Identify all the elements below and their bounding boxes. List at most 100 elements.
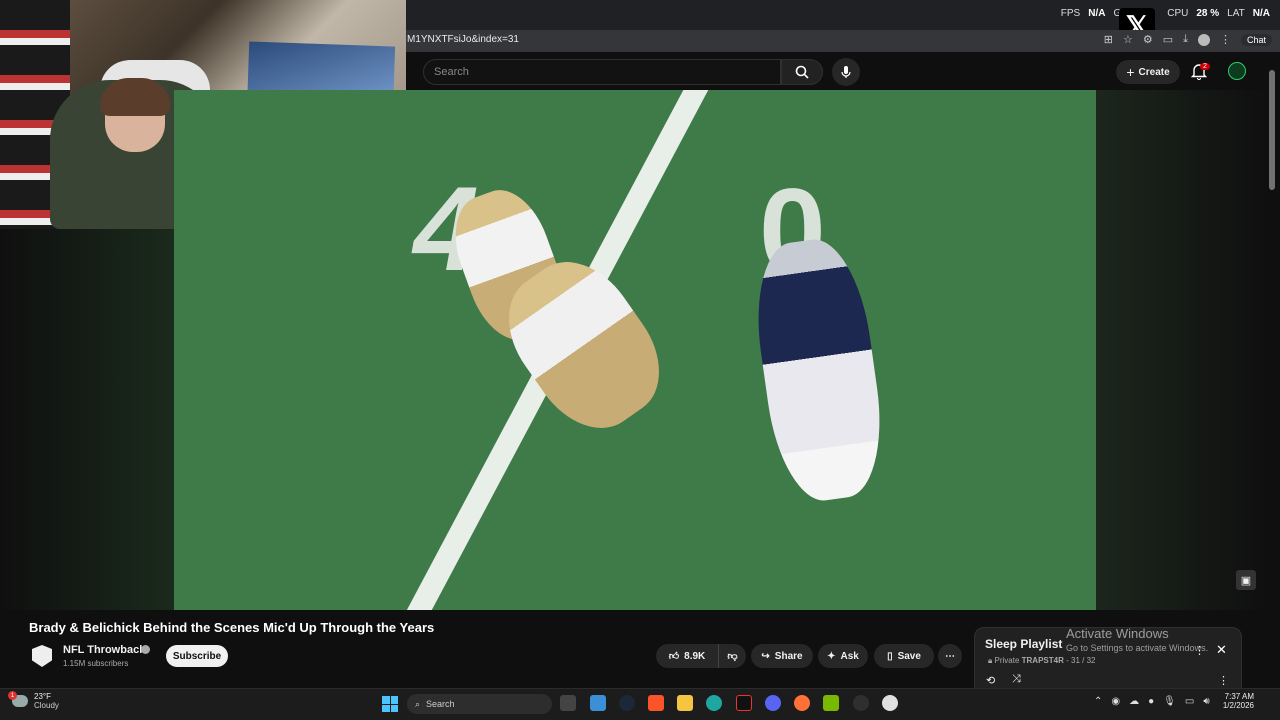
miniplayer-icon[interactable]: ▣ (1236, 570, 1256, 590)
thumbs-up-icon: 👍︎ (668, 651, 680, 662)
shuffle-icon[interactable]: ⤨ (1012, 673, 1021, 686)
tray-expand-icon[interactable]: ⌃ (1094, 696, 1102, 707)
system-tray: ⌃ ◉ ☁ ● 🎙︎ ▭ 🔊︎ (1094, 696, 1210, 707)
subscriber-count: 1.15M subscribers (63, 659, 129, 668)
profile-avatar-icon[interactable] (1197, 33, 1210, 46)
lat-label: LAT (1227, 8, 1245, 19)
cloud-icon: 1 (8, 691, 28, 707)
chrome-browser-icon[interactable] (882, 695, 898, 711)
thumbs-down-icon: 👎︎ (727, 651, 738, 662)
browser-menu-icon[interactable]: ⋮ (1220, 33, 1231, 46)
dislike-button[interactable]: 👎︎ (718, 644, 746, 668)
ambient-glow-left (0, 229, 174, 610)
subscribe-label: Subscribe (172, 650, 222, 662)
performance-overlay: FPS N/A G CPU 28 % LAT N/A (1061, 8, 1270, 19)
ask-label: Ask (840, 650, 859, 662)
search-button[interactable] (781, 59, 823, 85)
network-icon[interactable]: ▭ (1185, 696, 1194, 707)
temperature: 23°F (34, 692, 51, 701)
like-count: 8.9K (684, 650, 706, 662)
save-label: Save (897, 650, 921, 662)
volume-icon[interactable]: 🔊︎ (1203, 696, 1209, 707)
discord-icon[interactable] (765, 695, 781, 711)
share-arrow-icon: ↪ (761, 650, 770, 662)
notification-count-badge: 2 (1200, 63, 1210, 70)
more-actions-button[interactable]: ⋯ (938, 644, 962, 668)
fps-value: N/A (1088, 8, 1106, 19)
nvidia-icon[interactable] (823, 695, 839, 711)
search-icon (795, 65, 809, 79)
tray-steam-icon[interactable]: ◉ (1111, 696, 1120, 707)
close-icon[interactable]: ✕ (1216, 642, 1227, 658)
activate-windows-watermark: Activate Windows Go to Settings to activ… (1066, 626, 1208, 653)
watermark-subtitle: Go to Settings to activate Windows. (1066, 643, 1209, 653)
search-placeholder: Search (434, 66, 469, 78)
obs-icon[interactable] (853, 695, 869, 711)
share-label: Share (774, 650, 803, 662)
ambient-glow-right (1096, 90, 1266, 610)
bookmark-star-icon[interactable]: ☆ (1123, 33, 1133, 46)
playlist-title[interactable]: Sleep Playlist (985, 637, 1062, 651)
tray-mic-icon[interactable]: 🎙︎ (1163, 696, 1176, 707)
playlist-options-icon[interactable]: ⋮ (1218, 674, 1229, 687)
video-title: Brady & Belichick Behind the Scenes Mic'… (29, 620, 435, 635)
weather-widget[interactable]: 1 23°F Cloudy (8, 691, 59, 710)
brave-browser-icon[interactable] (648, 695, 664, 711)
playlist-privacy: Private (994, 656, 1020, 665)
download-icon[interactable]: ⤓ (1183, 33, 1188, 46)
sparkle-icon: ✦ (827, 650, 836, 662)
taskbar-search-label: Search (426, 699, 455, 709)
channel-name-link[interactable]: NFL Throwback (63, 644, 145, 656)
subscribe-button[interactable]: Subscribe (166, 645, 228, 667)
taskbar-clock[interactable]: 7:37 AM 1/2/2026 (1214, 692, 1254, 710)
clock-date: 1/2/2026 (1222, 701, 1254, 710)
create-label: Create (1138, 66, 1170, 78)
plus-icon: + (1126, 64, 1135, 80)
file-explorer-icon[interactable] (677, 695, 693, 711)
cpu-label: CPU (1167, 8, 1189, 19)
voice-search-button[interactable] (832, 58, 860, 86)
tiktok-icon[interactable] (736, 695, 752, 711)
more-dots-icon: ⋯ (945, 650, 955, 662)
windows-start-icon[interactable] (382, 696, 398, 712)
verified-badge-icon (141, 645, 150, 654)
steam-icon[interactable] (619, 695, 635, 711)
search-input[interactable]: Search (423, 59, 781, 85)
scrollbar-thumb[interactable] (1269, 70, 1275, 190)
url-text[interactable]: M1YNXTFsiJo&index=31 (407, 34, 519, 45)
ball-carrier-player-image (746, 233, 892, 507)
taskbar-search-box[interactable]: ⌕ Search (407, 694, 552, 714)
chat-label: Chat (1246, 34, 1266, 45)
tray-cloud-icon[interactable]: ☁ (1129, 696, 1139, 707)
playlist-meta: 🔒︎ Private TRAPST4R - 31 / 32 (988, 656, 1095, 666)
fps-label: FPS (1060, 8, 1081, 19)
like-button[interactable]: 👍︎ 8.9K (656, 644, 718, 668)
channel-avatar[interactable] (32, 645, 52, 667)
clock-time: 7:37 AM (1224, 692, 1254, 701)
save-button[interactable]: ▯ Save (874, 644, 934, 668)
install-app-icon[interactable]: ⊞ (1104, 33, 1113, 46)
video-player[interactable]: 4 0 (174, 90, 1096, 610)
watermark-title: Activate Windows (1066, 626, 1169, 641)
account-avatar[interactable] (1228, 62, 1246, 80)
weather-alert-badge: 1 (8, 691, 17, 700)
firefox-icon[interactable] (794, 695, 810, 711)
create-button[interactable]: + Create (1116, 60, 1180, 84)
share-button[interactable]: ↪ Share (751, 644, 813, 668)
notepad-icon[interactable] (590, 695, 606, 711)
chat-button[interactable]: Chat (1240, 33, 1272, 46)
playlist-owner[interactable]: TRAPST4R (1022, 656, 1064, 665)
edge-browser-icon[interactable] (706, 695, 722, 711)
cast-icon[interactable]: ▭ (1163, 33, 1173, 46)
playlist-position: - 31 / 32 (1066, 656, 1096, 665)
task-view-icon[interactable] (560, 695, 576, 711)
ask-button[interactable]: ✦ Ask (818, 644, 868, 668)
extensions-icon[interactable]: ⚙ (1143, 33, 1153, 46)
lat-value: N/A (1252, 8, 1270, 19)
tray-nvidia-icon[interactable]: ● (1148, 696, 1154, 707)
windows-taskbar (0, 688, 1280, 720)
taskbar-search-icon: ⌕ (415, 698, 421, 709)
browser-toolbar: ⊞ ☆ ⚙ ▭ ⤓ ⋮ Chat (1104, 33, 1272, 46)
loop-icon[interactable]: ⟲ (986, 674, 995, 687)
cpu-value: 28 % (1196, 8, 1220, 19)
